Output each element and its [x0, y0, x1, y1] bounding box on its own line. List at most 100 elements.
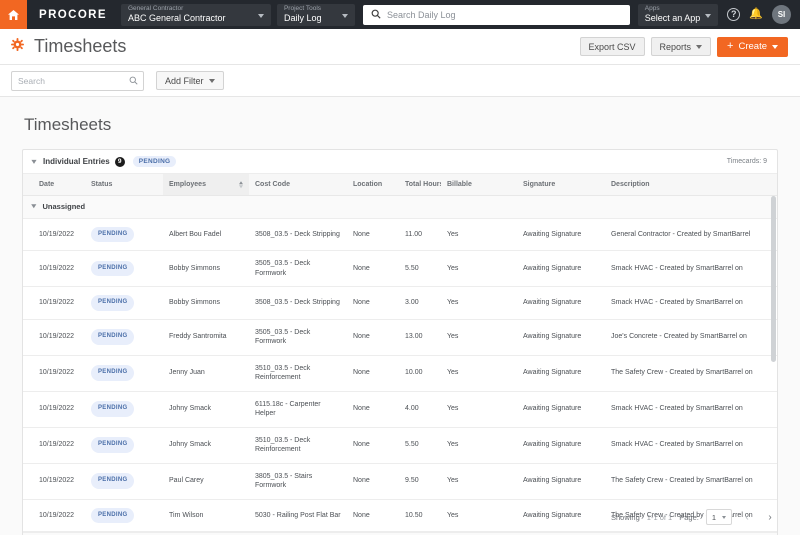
cell-status: PENDING: [85, 286, 163, 320]
create-label: Create: [738, 41, 767, 52]
column-header-status[interactable]: Status: [85, 174, 163, 196]
cell-cost-code: 3505_03.5 - Deck Formwork: [249, 319, 347, 356]
brand-text: PROCORE: [39, 8, 107, 21]
cell-billable: Yes: [441, 391, 517, 428]
table-vertical-scrollbar[interactable]: [771, 196, 776, 498]
status-badge: PENDING: [91, 473, 135, 489]
timesheets-table: Date Status Employees Cost Code Location…: [23, 174, 777, 532]
cell-date: 10/19/2022: [23, 463, 85, 500]
column-header-employees[interactable]: Employees: [163, 174, 249, 196]
sort-arrows-icon: [239, 180, 243, 189]
main-content: Timesheets ▾ Individual Entries 9 PENDIN…: [0, 97, 800, 535]
help-icon[interactable]: ?: [727, 8, 741, 21]
procore-logo[interactable]: PROCORE: [27, 0, 121, 29]
column-header-date[interactable]: Date: [23, 174, 85, 196]
cell-signature: Awaiting Signature: [517, 250, 605, 287]
cell-billable: Yes: [441, 355, 517, 392]
cell-date: 10/19/2022: [23, 427, 85, 464]
chevron-down-icon[interactable]: ▾: [31, 202, 36, 212]
cell-cost-code: 3508_03.5 - Deck Stripping: [249, 218, 347, 251]
column-header-cost-code[interactable]: Cost Code: [249, 174, 347, 196]
cell-description: Smack HVAC - Created by SmartBarrel on: [605, 286, 777, 320]
project-tools-selector[interactable]: Project Tools Daily Log: [276, 3, 355, 26]
table-row[interactable]: 10/19/2022 PENDING Paul Carey 3805_03.5 - S…: [23, 463, 777, 500]
cell-billable: Yes: [441, 427, 517, 464]
filter-bar: Add Filter: [0, 65, 800, 97]
column-header-total-hours[interactable]: Total Hours: [399, 174, 443, 196]
table-row[interactable]: 10/19/2022 PENDING Albert Bou Fadel 3508_03…: [23, 218, 777, 251]
reports-button[interactable]: Reports: [650, 37, 712, 56]
chevron-down-icon[interactable]: ▾: [31, 157, 36, 166]
chevron-left-icon[interactable]: ‹: [739, 509, 755, 525]
cell-signature: Awaiting Signature: [517, 319, 605, 356]
gear-icon: [11, 37, 24, 56]
search-icon: [371, 6, 381, 24]
cell-total-hours: 5.50: [399, 427, 441, 464]
cell-location: None: [347, 463, 399, 500]
page-select-value: 1: [711, 512, 716, 522]
cell-cost-code: 3505_03.5 - Deck Formwork: [249, 250, 347, 287]
cell-signature: Awaiting Signature: [517, 355, 605, 392]
cell-cost-code: 3508_03.5 - Deck Stripping: [249, 286, 347, 320]
scrollbar-thumb[interactable]: [771, 196, 776, 363]
cell-status: PENDING: [85, 250, 163, 287]
cell-employee: Tim Wilson: [163, 499, 249, 532]
list-search-input[interactable]: [18, 75, 129, 86]
global-search-input[interactable]: [386, 9, 622, 20]
chevron-down-icon: [257, 13, 264, 18]
cell-date: 10/19/2022: [23, 355, 85, 392]
page-label: Page:: [679, 512, 699, 522]
cell-total-hours: 11.00: [399, 218, 441, 251]
cell-total-hours: 4.00: [399, 391, 441, 428]
cell-cost-code: 3510_03.5 - Deck Reinforcement: [249, 427, 347, 464]
column-header-description[interactable]: Description: [605, 174, 777, 196]
cell-date: 10/19/2022: [23, 286, 85, 320]
table-row[interactable]: 10/19/2022 PENDING Bobby Simmons 3505_03.5 …: [23, 250, 777, 287]
bell-icon[interactable]: 🔔: [749, 9, 763, 20]
company-selector-value: ABC General Contractor: [127, 13, 226, 23]
table-row[interactable]: 10/19/2022 PENDING Johny Smack 3510_03.5 - …: [23, 427, 777, 464]
cell-cost-code: 3805_03.5 - Stairs Formwork: [249, 463, 347, 500]
status-badge: PENDING: [91, 401, 135, 417]
table-row[interactable]: 10/19/2022 PENDING Johny Smack 6115.18c - C…: [23, 391, 777, 428]
chevron-down-icon: [696, 44, 703, 49]
company-selector[interactable]: General Contractor ABC General Contracto…: [120, 3, 271, 26]
table-row[interactable]: 10/19/2022 PENDING Jenny Juan 3510_03.5 - D…: [23, 355, 777, 392]
cell-status: PENDING: [85, 499, 163, 532]
cell-billable: Yes: [441, 499, 517, 532]
cell-location: None: [347, 499, 399, 532]
status-badge: PENDING: [91, 365, 135, 381]
card-header: ▾ Individual Entries 9 PENDING Timecards…: [23, 150, 777, 174]
apps-selector-label: Apps: [644, 5, 660, 12]
home-button[interactable]: [0, 0, 27, 29]
add-filter-button[interactable]: Add Filter: [156, 71, 224, 90]
column-header-location[interactable]: Location: [347, 174, 399, 196]
cell-date: 10/19/2022: [23, 391, 85, 428]
cell-signature: Awaiting Signature: [517, 427, 605, 464]
column-header-employees-label: Employees: [169, 181, 206, 188]
page-select[interactable]: 1: [705, 509, 732, 525]
chevron-right-icon[interactable]: ›: [762, 509, 778, 525]
cell-employee: Johny Smack: [163, 391, 249, 428]
table-head: Date Status Employees Cost Code Location…: [23, 174, 777, 196]
table-group-cell: ▾ Unassigned: [23, 195, 777, 219]
global-search-box[interactable]: [362, 4, 630, 25]
avatar[interactable]: SI: [772, 5, 791, 24]
table-row[interactable]: 10/19/2022 PENDING Freddy Santromita 3505_0…: [23, 319, 777, 356]
cell-description: Smack HVAC - Created by SmartBarrel on: [605, 250, 777, 287]
list-search-box[interactable]: [11, 70, 144, 91]
header-actions: Export CSV Reports + Create: [579, 36, 788, 57]
company-selector-label: General Contractor: [127, 5, 184, 12]
status-badge: PENDING: [91, 295, 135, 311]
column-header-billable[interactable]: Billable: [441, 174, 517, 196]
cell-date: 10/19/2022: [23, 499, 85, 532]
export-csv-button[interactable]: Export CSV: [579, 37, 645, 56]
status-badge: PENDING: [91, 260, 135, 277]
apps-selector[interactable]: Apps Select an App: [637, 3, 719, 26]
create-button[interactable]: + Create: [717, 36, 788, 57]
page-title: Timesheets: [34, 36, 127, 56]
cell-date: 10/19/2022: [23, 218, 85, 251]
table-row[interactable]: 10/19/2022 PENDING Bobby Simmons 3508_03.5 …: [23, 286, 777, 320]
cell-total-hours: 10.50: [399, 499, 441, 532]
column-header-signature[interactable]: Signature: [517, 174, 605, 196]
